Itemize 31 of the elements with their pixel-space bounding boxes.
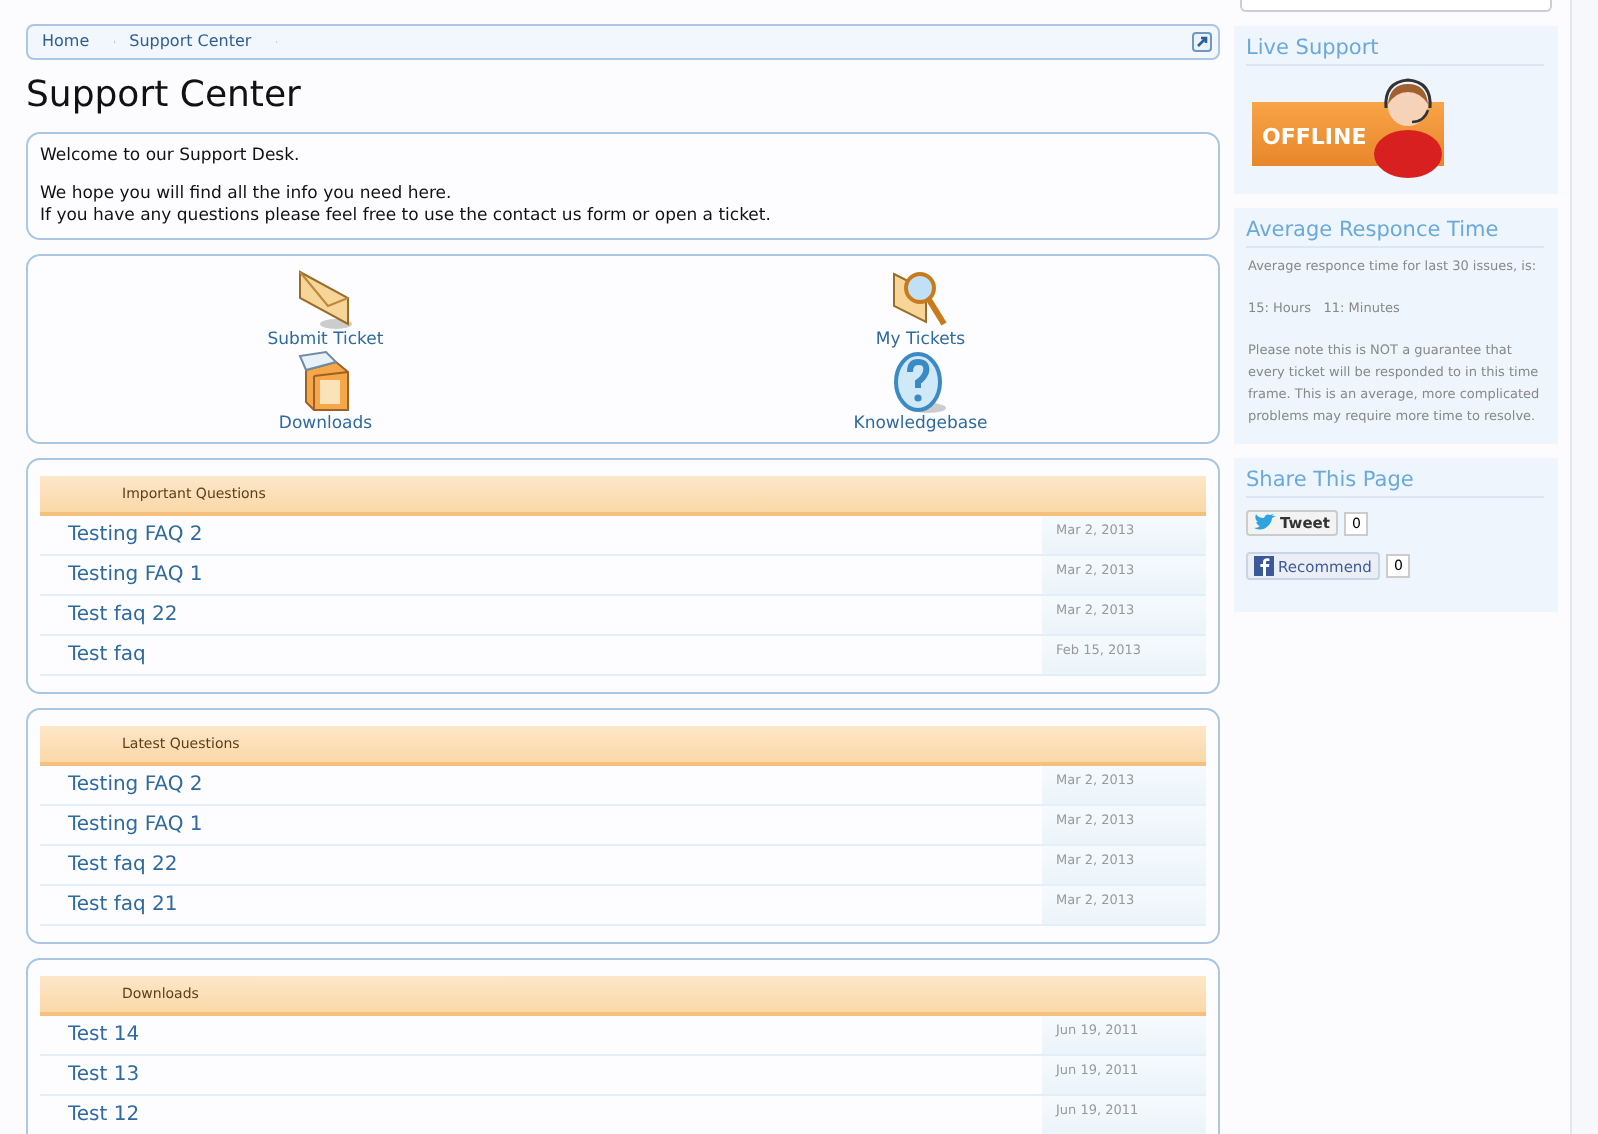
- item-link[interactable]: Test faq 21: [40, 886, 1042, 924]
- folder-magnifier-icon[interactable]: [890, 266, 951, 330]
- envelope-icon[interactable]: [295, 266, 356, 330]
- agent-icon: [1368, 74, 1448, 178]
- item-link[interactable]: Test 12: [40, 1096, 1042, 1134]
- item-link[interactable]: Test 13: [40, 1056, 1042, 1094]
- item-link[interactable]: Test faq: [40, 636, 1042, 674]
- popout-icon[interactable]: [1192, 32, 1212, 52]
- bird-icon: [1254, 514, 1276, 532]
- item-link[interactable]: Testing FAQ 1: [40, 556, 1042, 594]
- shortcut-link[interactable]: Knowledgebase: [853, 414, 988, 434]
- breadcrumb-link[interactable]: Home: [28, 26, 116, 58]
- page-title: Support Center: [26, 74, 303, 116]
- item-link[interactable]: Test 14: [40, 1016, 1042, 1054]
- shortcut-link[interactable]: Downloads: [278, 414, 373, 434]
- item-link[interactable]: Testing FAQ 2: [40, 766, 1042, 804]
- sidebar-heading: Share This Page: [1246, 468, 1544, 498]
- shortcut-link[interactable]: Submit Ticket: [267, 330, 384, 350]
- sidebar-heading: Average Responce Time: [1246, 218, 1544, 248]
- welcome-text: Welcome to our Support Desk.: [40, 146, 302, 168]
- breadcrumb-link[interactable]: Support Center: [115, 26, 278, 58]
- sidebar-heading: Live Support: [1246, 36, 1544, 66]
- item-link[interactable]: Testing FAQ 1: [40, 806, 1042, 844]
- facebook-icon: [1254, 556, 1274, 576]
- help-icon[interactable]: [890, 350, 951, 414]
- item-link[interactable]: Test faq 22: [40, 846, 1042, 884]
- item-link[interactable]: Testing FAQ 2: [40, 516, 1042, 554]
- item-link[interactable]: Test faq 22: [40, 596, 1042, 634]
- welcome-text: We hope you will find all the info you need here. If you have any questions please feel free to use the contact us form or open a ticket.: [40, 184, 773, 228]
- shortcut-link[interactable]: My Tickets: [875, 330, 966, 350]
- search-field[interactable]: [1240, 0, 1552, 12]
